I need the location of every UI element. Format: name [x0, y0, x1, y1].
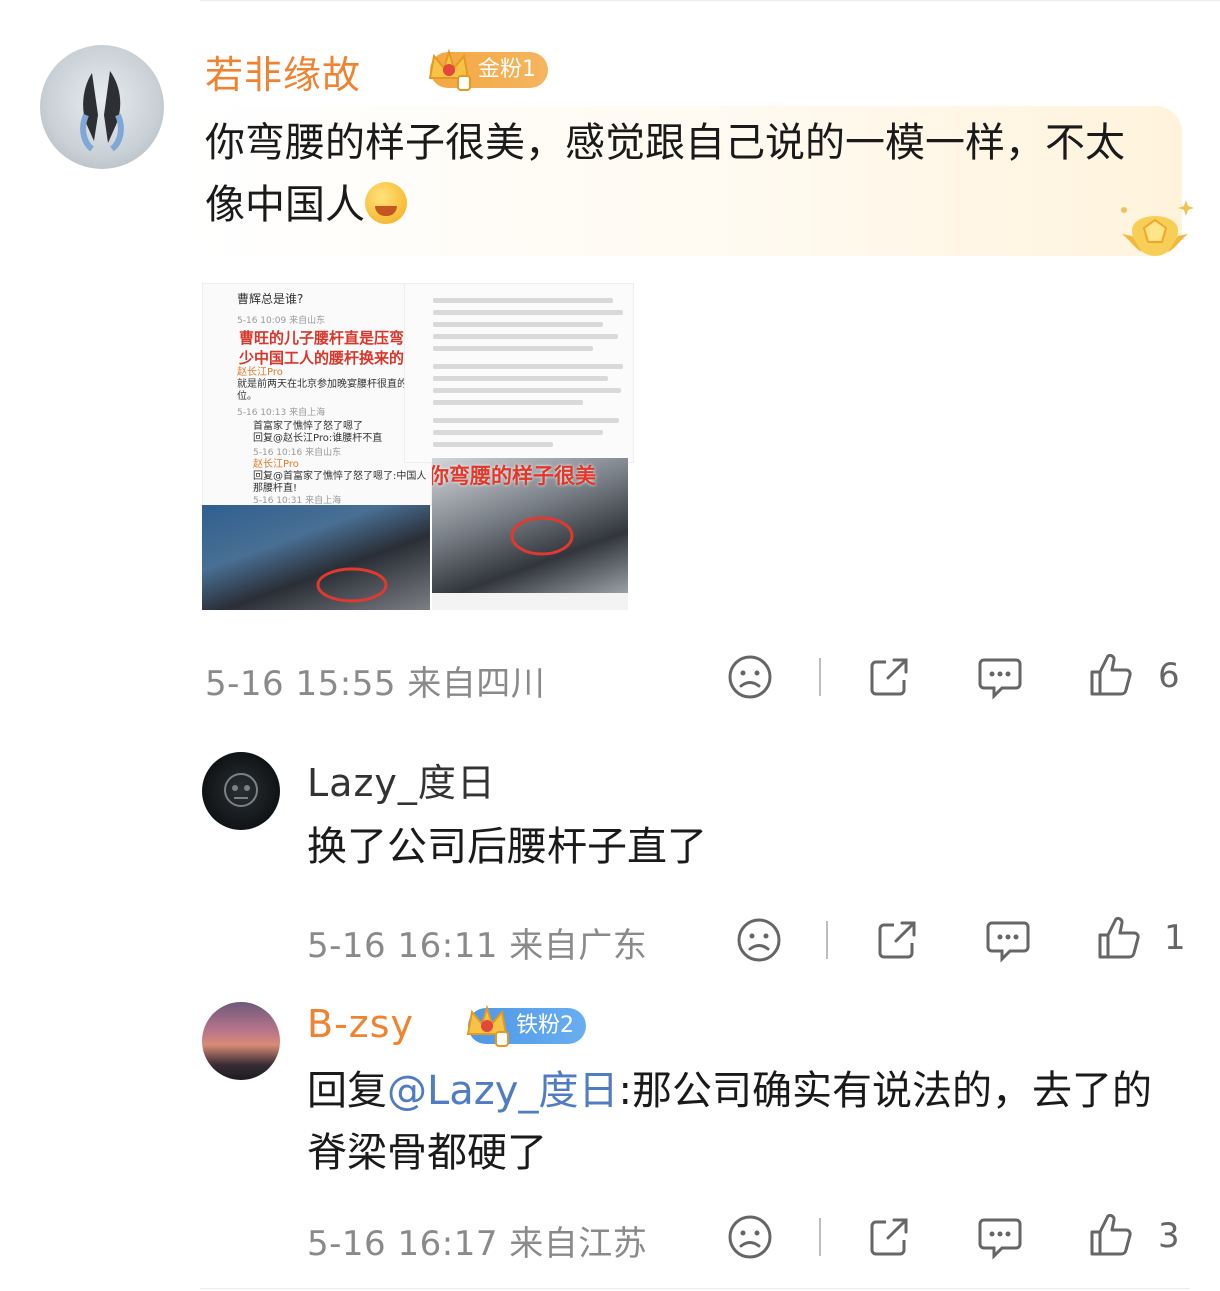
comment-image-right[interactable] [404, 283, 634, 463]
comment-image-left[interactable]: 曹辉总是谁? 5-16 10:09 来自山东 曹旺的儿子腰杆直是压弯多 少中国工… [202, 283, 432, 507]
comment-text-line: 像中国人 [205, 174, 1125, 236]
image-timestamp: 5-16 10:09 来自山东 [237, 316, 326, 326]
comment-image-car-left[interactable] [202, 505, 430, 610]
bottom-divider [200, 1288, 1190, 1289]
like-count: 3 [1158, 1216, 1180, 1256]
image-headline: 曹旺的儿子腰杆直是压弯多 少中国工人的腰杆换来的? [239, 328, 419, 368]
photo-illustration [316, 567, 388, 603]
share-icon[interactable] [866, 654, 912, 700]
fan-badge[interactable]: 铁粉2 [466, 1004, 586, 1047]
comment-icon[interactable] [984, 917, 1032, 963]
avatar[interactable] [202, 1002, 280, 1080]
badge-label: 铁粉2 [516, 1013, 574, 1038]
commenter-name[interactable]: 若非缘故 [205, 44, 361, 99]
like-count: 1 [1164, 918, 1186, 958]
comment-icon[interactable] [976, 1214, 1024, 1260]
comment-text-line-part: :那公司确实有说法的，去了的 [618, 1068, 1152, 1114]
like-count: 6 [1158, 656, 1180, 696]
like-icon[interactable] [1088, 652, 1134, 698]
commenter-name[interactable]: B-zsy [307, 1002, 414, 1046]
hug-emoji-icon [365, 182, 407, 224]
comment-meta: 5-16 16:11 来自广东 [307, 926, 648, 966]
fan-badge[interactable]: 金粉1 [428, 48, 548, 91]
comment-text-line: 回复@Lazy_度日:那公司确实有说法的，去了的 [307, 1060, 1152, 1122]
image-timestamp: 5-16 10:13 来自上海 [237, 408, 326, 418]
crown-icon [466, 1004, 509, 1047]
reply-prefix: 回复 [307, 1068, 387, 1114]
crown-icon [428, 48, 471, 91]
comment-image-car-right[interactable]: 你弯腰的样子很美 [432, 458, 628, 593]
image-strip [432, 593, 628, 610]
image-snippet-text: 回复@赵长江Pro:谁腰杆不直 [253, 433, 383, 444]
avatar[interactable] [40, 45, 164, 169]
image-snippet-text: 位。 [237, 391, 257, 402]
comment-text-line-part: 像中国人 [205, 182, 365, 228]
frown-icon[interactable] [736, 917, 782, 963]
top-divider [200, 0, 1220, 5]
badge-label: 金粉1 [478, 57, 536, 82]
comment-text-line: 你弯腰的样子很美，感觉跟自己说的一模一样，不太 [205, 120, 1125, 166]
comment-icon[interactable] [976, 654, 1024, 700]
image-headline-line: 曹旺的儿子腰杆直是压弯多 [239, 329, 420, 347]
comment-meta: 5-16 16:17 来自江苏 [307, 1224, 648, 1264]
frown-icon[interactable] [727, 654, 773, 700]
comment-text: 你弯腰的样子很美，感觉跟自己说的一模一样，不太 像中国人 [205, 112, 1125, 236]
like-icon[interactable] [1088, 1212, 1134, 1258]
frown-icon[interactable] [727, 1214, 773, 1260]
divider [819, 658, 821, 696]
mention-link[interactable]: @Lazy_度日 [387, 1068, 618, 1114]
share-icon[interactable] [866, 1214, 912, 1260]
image-snippet-text: 就是前两天在北京参加晚宴腰杆很直的那 [237, 379, 417, 390]
comment-meta: 5-16 15:55 来自四川 [205, 664, 546, 704]
divider [819, 1218, 821, 1256]
comment-text-line: 脊梁骨都硬了 [307, 1130, 547, 1176]
like-icon[interactable] [1096, 915, 1142, 961]
share-icon[interactable] [874, 917, 920, 963]
comment-text: 回复@Lazy_度日:那公司确实有说法的，去了的 脊梁骨都硬了 [307, 1060, 1152, 1184]
image-snippet-text: 曹辉总是谁? [237, 292, 304, 306]
photo-illustration [510, 516, 574, 556]
comment-text: 换了公司后腰杆子直了 [307, 824, 707, 870]
avatar[interactable] [202, 752, 280, 830]
medal-icon [1121, 200, 1194, 256]
divider [826, 921, 828, 959]
image-headline-line: 少中国工人的腰杆换来的? [239, 349, 413, 367]
commenter-name[interactable]: Lazy_度日 [307, 752, 496, 807]
